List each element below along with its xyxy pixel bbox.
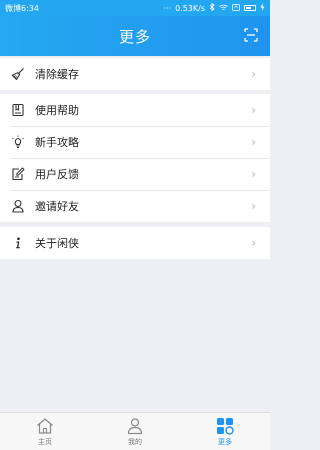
tab-label: 我的 (128, 438, 142, 446)
scan-icon (244, 27, 258, 46)
home-icon (36, 417, 54, 435)
chevron-right-icon: › (251, 135, 256, 149)
book-icon (10, 102, 26, 118)
chevron-right-icon: › (251, 236, 256, 250)
info-icon (10, 235, 26, 251)
menu-item-clear-cache[interactable]: 清除缓存 › (0, 58, 270, 90)
chevron-right-icon: › (251, 167, 256, 181)
dots-indicator: ··· (163, 3, 172, 13)
menu-item-invite[interactable]: 邀请好友 › (0, 190, 270, 222)
feedback-icon (10, 166, 26, 182)
menu-item-label: 用户反馈 (35, 168, 79, 181)
sim-icon (232, 3, 240, 13)
menu-item-about[interactable]: 关于闲侠 › (0, 227, 270, 259)
charging-icon (260, 3, 265, 13)
network-speed: 0.53K/s (175, 3, 205, 13)
tab-mine[interactable]: 我的 (90, 413, 180, 450)
bluetooth-icon (209, 2, 215, 13)
chevron-right-icon: › (251, 199, 256, 213)
menu-item-label: 关于闲侠 (35, 237, 79, 250)
status-bar: 微博6:34 ··· 0.53K/s (0, 0, 270, 16)
tab-label: 主页 (38, 438, 52, 446)
broom-icon (10, 66, 26, 82)
menu-group-about: 关于闲侠 › (0, 227, 270, 259)
wifi-icon (219, 4, 228, 13)
page-title: 更多 (118, 27, 151, 46)
menu-item-label: 清除缓存 (35, 68, 79, 81)
carrier-time: 微博6:34 (5, 3, 39, 13)
menu-item-guide[interactable]: 新手攻略 › (0, 126, 270, 158)
bottom-tab-bar: 主页 我的 更多 (0, 412, 270, 450)
battery-icon (244, 5, 256, 11)
menu-item-label: 邀请好友 (35, 200, 79, 213)
tab-home[interactable]: 主页 (0, 413, 90, 450)
scan-button[interactable] (242, 27, 260, 45)
user-icon (10, 198, 26, 214)
status-right: ··· 0.53K/s (163, 2, 265, 13)
person-icon (126, 417, 144, 435)
menu-group-cache: 清除缓存 › (0, 58, 270, 90)
menu-item-label: 使用帮助 (35, 104, 79, 117)
menu-group-help: 使用帮助 › 新手攻略 › 用户反馈 › 邀请好友 › (0, 94, 270, 222)
chevron-right-icon: › (251, 103, 256, 117)
tab-label: 更多 (218, 438, 232, 446)
app-header: 更多 (0, 16, 270, 56)
lightbulb-icon (10, 134, 26, 150)
menu-item-help[interactable]: 使用帮助 › (0, 94, 270, 126)
menu-item-label: 新手攻略 (35, 136, 79, 149)
grid-icon (216, 417, 234, 435)
menu-item-feedback[interactable]: 用户反馈 › (0, 158, 270, 190)
tab-more[interactable]: 更多 (180, 413, 270, 450)
chevron-right-icon: › (251, 67, 256, 81)
